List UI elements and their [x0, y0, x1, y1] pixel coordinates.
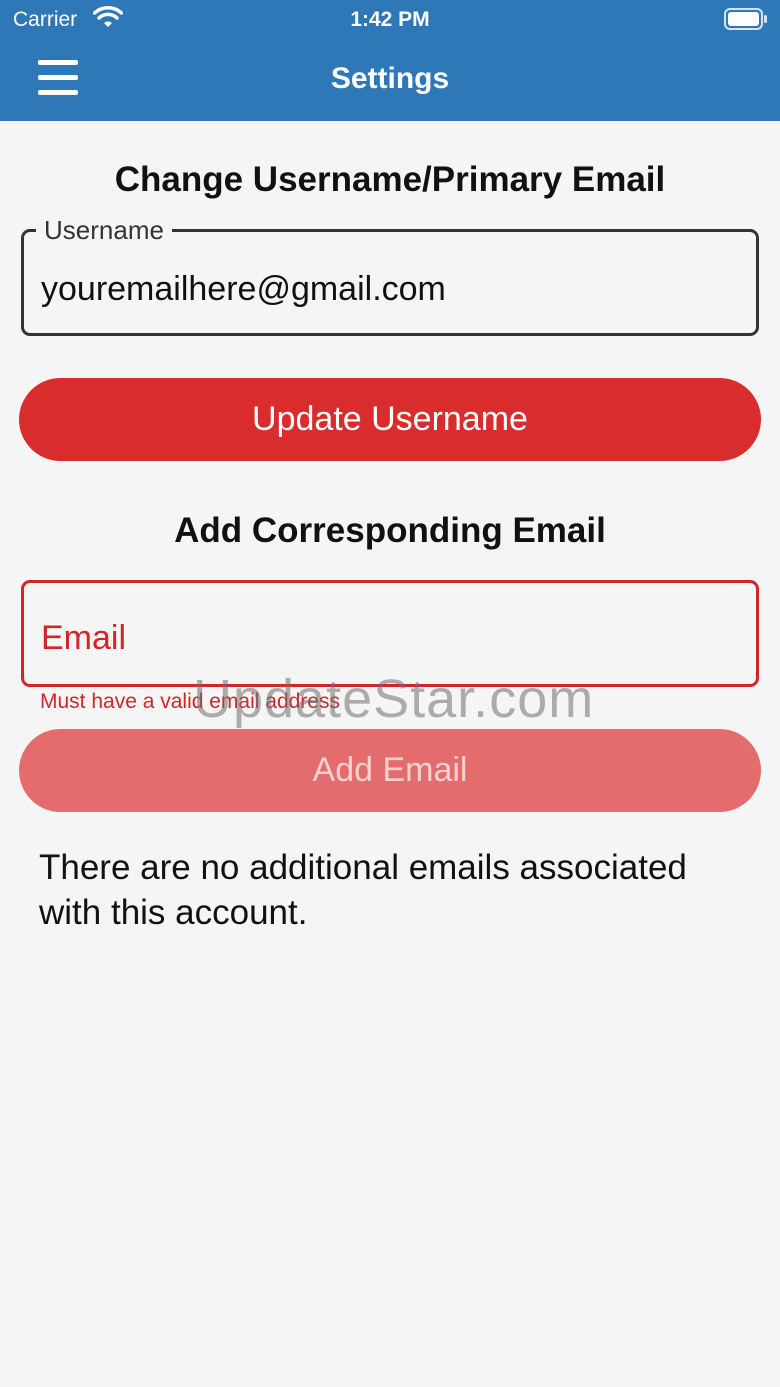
page-title: Settings: [330, 62, 450, 95]
change-username-heading: Change Username/Primary Email: [114, 160, 666, 199]
status-bar: Carrier 1:42 PM: [0, 0, 780, 40]
nav-bar: Settings: [0, 40, 780, 121]
username-field-value[interactable]: youremailhere@gmail.com: [41, 270, 446, 309]
top-bar: Carrier 1:42 PM Settings: [0, 0, 780, 121]
add-email-button[interactable]: Add Email: [19, 729, 761, 812]
update-username-button[interactable]: Update Username: [19, 378, 761, 461]
battery-icon: [724, 8, 768, 36]
username-field[interactable]: Username youremailhere@gmail.com: [21, 215, 759, 336]
add-email-heading: Add Corresponding Email: [174, 511, 606, 550]
watermark: UpdateStar.com: [193, 669, 595, 729]
no-emails-message: There are no additional emails associate…: [39, 848, 687, 932]
email-field-placeholder: Email: [41, 619, 127, 657]
clock: 1:42 PM: [350, 8, 430, 31]
username-field-label: Username: [36, 215, 172, 246]
